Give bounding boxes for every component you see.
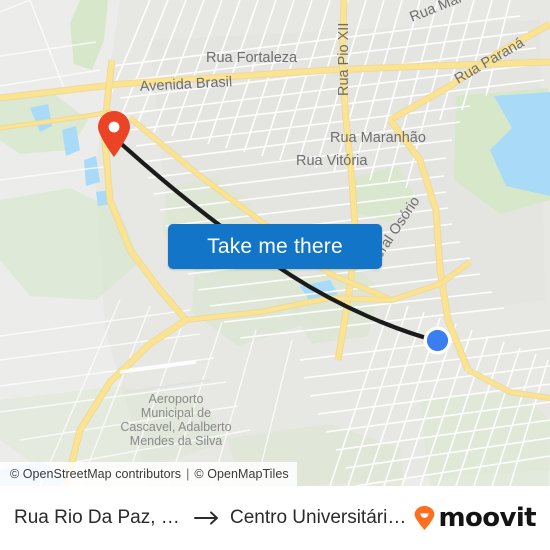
airport-label-line-2: Municipal de [141, 406, 211, 420]
street-label-rua-maranhao: Rua Maranhão [330, 130, 426, 146]
origin-marker[interactable] [97, 111, 131, 157]
airport-label-line-4: Mendes da Silva [130, 434, 222, 448]
street-label-rua-pio-xii: Rua Pio XII [336, 23, 352, 96]
trip-origin-label: Rua Rio Da Paz, 9… [14, 507, 184, 528]
moovit-logo[interactable]: moovit [414, 503, 537, 533]
trip-destination-label: Centro Universitário De Casca… [230, 507, 406, 528]
moovit-trip-planner-screen: Rua Fortaleza Avenida Brasil Rua Pio XII… [0, 0, 550, 550]
attribution-openmaptiles[interactable]: © OpenMapTiles [194, 467, 288, 481]
circle-dot-icon [423, 326, 452, 355]
map-viewport[interactable]: Rua Fortaleza Avenida Brasil Rua Pio XII… [0, 0, 550, 486]
take-me-there-button[interactable]: Take me there [168, 224, 382, 269]
destination-marker[interactable] [423, 326, 452, 355]
airport-label-line-3: Cascavel, Adalberto [120, 420, 231, 434]
map-attribution: © OpenStreetMap contributors | © OpenMap… [0, 462, 297, 486]
arrow-right-icon [194, 511, 218, 525]
moovit-pin-icon [415, 506, 435, 530]
moovit-wordmark: moovit [438, 503, 536, 533]
airport-label-line-1: Aeroporto [149, 392, 204, 406]
street-label-rua-fortaleza: Rua Fortaleza [206, 50, 298, 66]
attribution-separator: | [186, 467, 190, 481]
map-pin-icon [98, 111, 130, 157]
attribution-osm[interactable]: © OpenStreetMap contributors [10, 467, 181, 481]
trip-summary-bar: Rua Rio Da Paz, 9… Centro Universitário … [0, 486, 550, 550]
route-summary[interactable]: Rua Rio Da Paz, 9… Centro Universitário … [14, 507, 406, 529]
street-label-rua-vitoria: Rua Vitória [296, 153, 368, 169]
